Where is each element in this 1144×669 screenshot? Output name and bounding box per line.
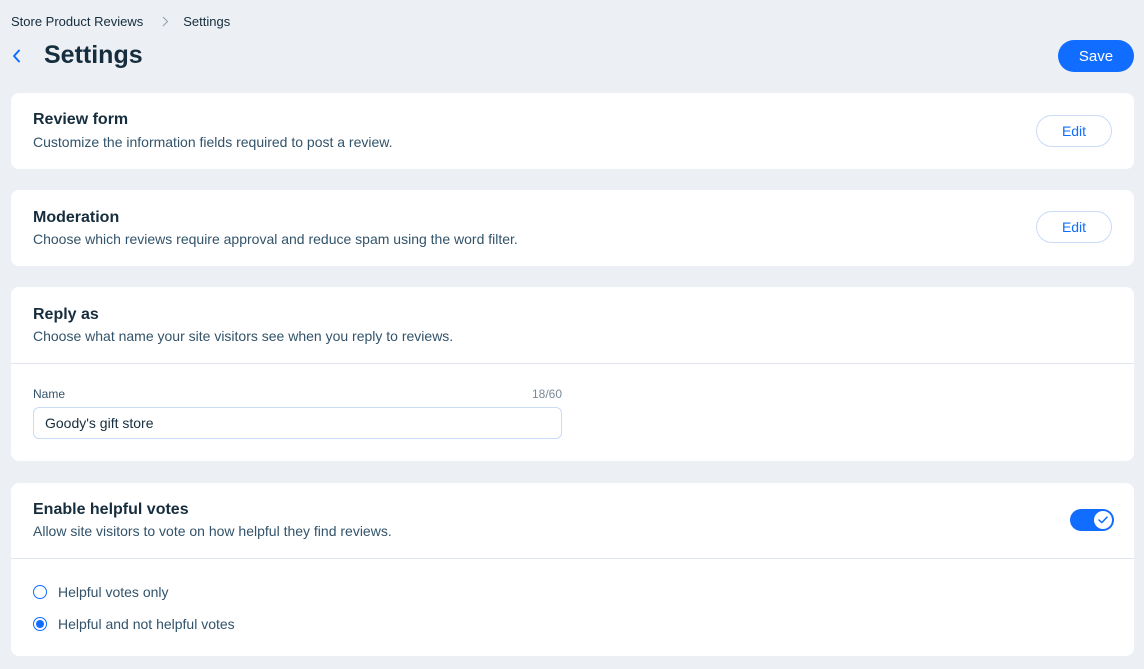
moderation-edit-button[interactable]: Edit: [1036, 211, 1112, 243]
moderation-card: Moderation Choose which reviews require …: [11, 190, 1134, 266]
moderation-title: Moderation: [33, 209, 120, 226]
reply-as-description: Choose what name your site visitors see …: [33, 328, 454, 344]
back-button[interactable]: [6, 45, 26, 67]
divider: [11, 558, 1134, 559]
reply-as-title: Reply as: [33, 306, 99, 323]
divider: [11, 363, 1134, 364]
breadcrumb-item-settings: Settings: [183, 13, 231, 29]
helpful-votes-title: Enable helpful votes: [33, 501, 189, 518]
helpful-votes-card: Enable helpful votes Allow site visitors…: [11, 483, 1134, 656]
review-form-edit-button[interactable]: Edit: [1036, 115, 1112, 147]
breadcrumb-item-store-product-reviews[interactable]: Store Product Reviews: [11, 14, 143, 29]
radio-button[interactable]: [33, 585, 47, 599]
breadcrumb: Store Product Reviews Settings: [11, 13, 230, 29]
name-input[interactable]: [33, 407, 562, 439]
name-field-label: Name: [33, 387, 66, 401]
reply-as-card: Reply as Choose what name your site visi…: [11, 287, 1134, 461]
toggle-knob: [1094, 511, 1112, 529]
review-form-title: Review form: [33, 111, 129, 128]
name-char-count: 18/60: [531, 387, 562, 401]
helpful-votes-toggle[interactable]: [1070, 509, 1114, 531]
review-form-card: Review form Customize the information fi…: [11, 93, 1134, 169]
review-form-description: Customize the information fields require…: [33, 134, 393, 150]
moderation-description: Choose which reviews require approval an…: [33, 231, 518, 247]
chevron-left-icon: [12, 49, 21, 63]
radio-button[interactable]: [33, 617, 47, 631]
radio-option-helpful-and-not-helpful[interactable]: Helpful and not helpful votes: [33, 616, 235, 632]
check-icon: [1098, 516, 1108, 524]
radio-label: Helpful and not helpful votes: [58, 616, 235, 632]
chevron-right-icon: [159, 15, 171, 27]
radio-option-helpful-only[interactable]: Helpful votes only: [33, 584, 169, 600]
radio-label: Helpful votes only: [58, 584, 169, 600]
page-title: Settings: [44, 41, 143, 69]
save-button[interactable]: Save: [1058, 40, 1134, 72]
helpful-votes-description: Allow site visitors to vote on how helpf…: [33, 523, 392, 539]
